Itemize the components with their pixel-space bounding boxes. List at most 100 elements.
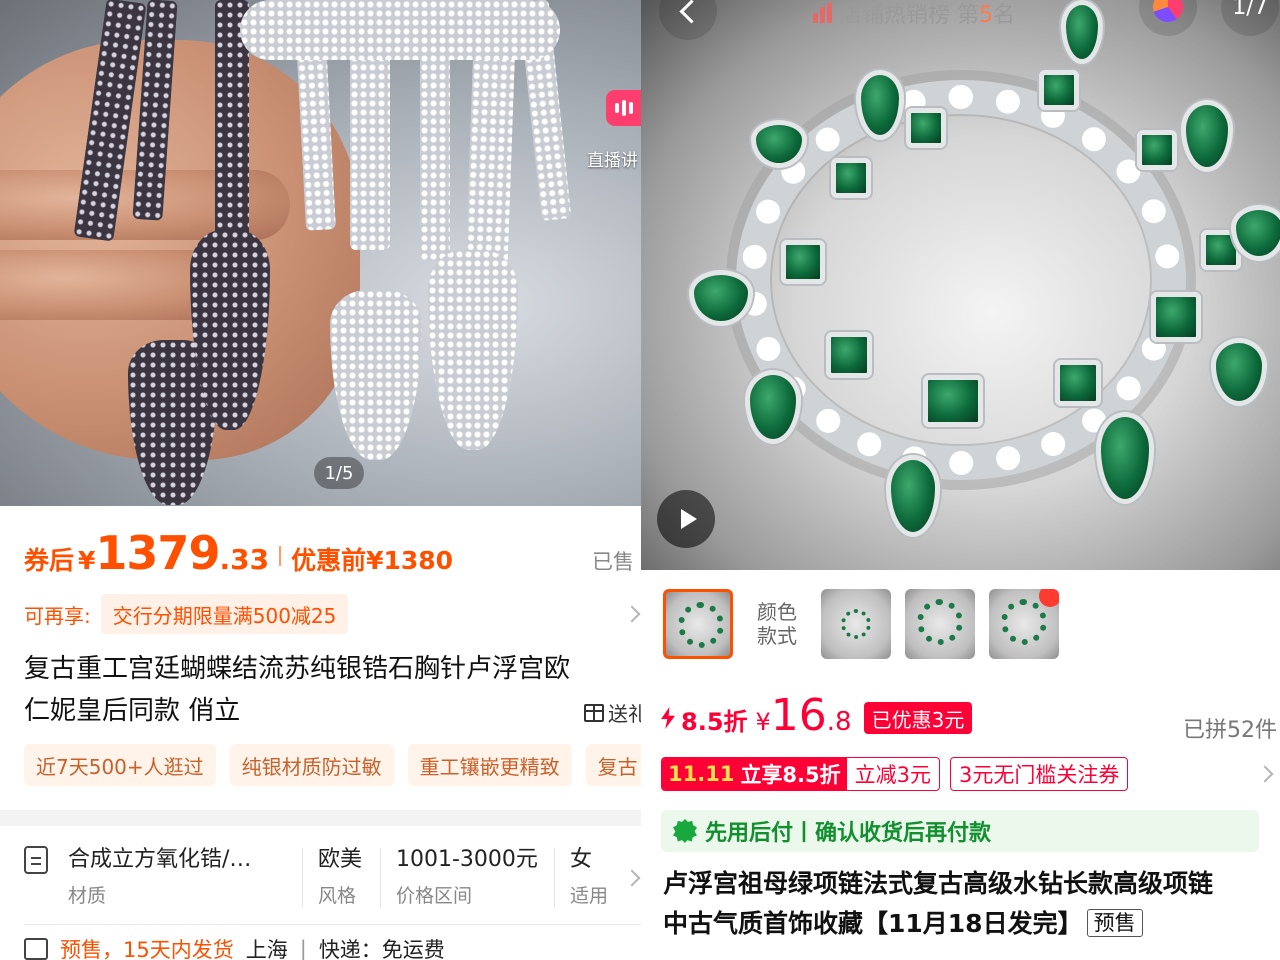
attribute-value: 合成立方氧化锆/… (68, 847, 252, 872)
feature-tag: 重工镶嵌更精致 (407, 744, 572, 786)
emerald-drop (1096, 412, 1154, 504)
image-counter: 1/7 (1221, 0, 1279, 36)
product-title-line2-wrap: 中古气质首饰收藏【11月18日发完】 预售 (663, 904, 1275, 944)
lightning-icon (661, 707, 675, 729)
follow-coupon[interactable]: 3元无门槛关注券 (950, 757, 1129, 791)
double11-promo[interactable]: 11.11 立享8.5折 立减3元 (661, 757, 941, 791)
attribute-value: 欧美 (318, 847, 363, 872)
attribute-price-range: 1001-3000元 价格区间 (396, 842, 538, 914)
promo-row[interactable]: 11.11 立享8.5折 立减3元 3元无门槛关注券 (661, 757, 1129, 791)
emerald-stone (1151, 292, 1201, 342)
express-fee: 快递：免运费 (318, 938, 445, 960)
emerald-stone (826, 332, 872, 378)
original-price: 优惠前¥1380 (291, 546, 454, 575)
emerald-stone (1039, 70, 1079, 110)
gift-button[interactable]: 送礼 (584, 698, 641, 727)
variant-thumbnails: 颜色 款式 (663, 588, 1059, 660)
chevron-right-icon[interactable] (1256, 765, 1274, 783)
attribute-key: 价格区间 (396, 885, 473, 907)
hot-badge-icon (1039, 589, 1059, 607)
section-divider (0, 810, 641, 826)
product-title: 复古重工宫廷蝴蝶结流苏纯银锆石胸针卢浮宫欧 仁妮皇后同款 俏立 (24, 648, 641, 732)
feature-tag: 近7天500+人逛过 (24, 744, 216, 786)
attribute-divider (302, 848, 303, 908)
image-counter: 1/5 (314, 457, 364, 489)
emerald-drop (1181, 100, 1233, 172)
attribute-gender: 女 适用 (570, 842, 608, 914)
badge-icon (673, 819, 697, 843)
group-sold-count: 已拼52件 (1183, 718, 1277, 743)
price-decimal: .8 (826, 707, 852, 737)
saved-badge: 已优惠3元 (863, 702, 973, 734)
emerald-drop (1211, 338, 1267, 406)
attribute-key: 适用 (570, 885, 609, 907)
instant-reduction: 立减3元 (854, 763, 932, 787)
attribute-divider (380, 848, 381, 908)
event-text: 立享8.5折 (740, 763, 841, 787)
promo-row[interactable]: 可再享: 交行分期限量满500减25 (24, 594, 349, 634)
feature-tag: 复古 (585, 744, 641, 786)
variant-thumb[interactable] (905, 589, 975, 659)
product-photo-necklace[interactable]: 店铺热销榜 第5名 1/7 (641, 0, 1280, 570)
brooch-tassel (330, 290, 422, 460)
promo-label: 可再享: (24, 603, 91, 628)
price-divider (279, 546, 282, 566)
variant-thumb[interactable] (989, 589, 1059, 659)
bnpl-text: 先用后付丨确认收货后再付款 (705, 821, 992, 846)
top-bar: 店铺热销榜 第5名 1/7 (641, 0, 1280, 40)
emerald-stone (831, 158, 871, 198)
product-photo-brooch[interactable]: 直播讲 1/5 (0, 0, 641, 506)
product-title-line1: 复古重工宫廷蝴蝶结流苏纯银锆石胸针卢浮宫欧 (24, 654, 571, 684)
variant-label[interactable]: 颜色 款式 (747, 600, 807, 648)
product-title-line2: 仁妮皇后同款 俏立 (24, 696, 241, 726)
event-name: 11.11 (668, 762, 735, 786)
brooch-tassel (428, 250, 518, 450)
price-decimal: .33 (219, 543, 270, 576)
currency-symbol: ¥ (78, 546, 96, 575)
shop-ranking[interactable]: 店铺热销榜 第5名 (813, 0, 1016, 28)
attributes-row[interactable]: 合成立方氧化锆/… 材质 欧美 风格 1001-3000元 价格区间 女 适用 (24, 842, 641, 916)
shop-avatar-icon[interactable] (1139, 0, 1197, 36)
presale-shipping: 预售，15天内发货 (60, 938, 234, 960)
rank-text: 店铺热销榜 第5名 (840, 3, 1016, 28)
variant-thumb[interactable] (821, 589, 891, 659)
truck-icon (24, 938, 48, 960)
divider-line (24, 924, 641, 925)
live-stream-label[interactable]: 直播讲 (587, 146, 638, 171)
shipping-row[interactable]: 预售，15天内发货 上海 | 快递：免运费 (24, 934, 445, 960)
variant-thumb[interactable] (663, 589, 733, 659)
discount-rate: 8.5折 (681, 708, 748, 736)
chart-icon (813, 3, 832, 23)
emerald-drop (745, 370, 801, 444)
gift-icon (584, 703, 604, 722)
installment-promo-tag[interactable]: 交行分期限量满500减25 (100, 594, 349, 634)
price-integer: 16 (770, 690, 827, 741)
ship-location: 上海 (245, 938, 288, 960)
emerald-drop (886, 455, 940, 537)
product-title-line1: 卢浮宫祖母绿项链法式复古高级水钻长款高级项链 (663, 869, 1214, 898)
attribute-divider (554, 848, 555, 908)
right-product-page: 店铺热销榜 第5名 1/7 颜色 款式 8.5折 ¥ 16 .8 已优惠3元 已… (641, 0, 1280, 960)
product-title-line2: 中古气质首饰收藏【11月18日发完】 (663, 909, 1083, 938)
emerald-stone (1137, 130, 1177, 170)
document-icon (24, 846, 48, 874)
attribute-value: 1001-3000元 (396, 847, 538, 872)
currency-symbol: ¥ (755, 708, 771, 736)
emerald-stone (906, 108, 946, 148)
emerald-stone (781, 240, 825, 284)
brooch-bow (240, 0, 560, 60)
attribute-key: 风格 (318, 885, 357, 907)
feature-tags: 近7天500+人逛过 纯银材质防过敏 重工镶嵌更精致 复古 (24, 744, 641, 786)
back-arrow-icon[interactable] (659, 0, 717, 40)
coupon-price-label: 券后 (24, 546, 75, 575)
attribute-key: 材质 (68, 885, 107, 907)
play-video-icon[interactable] (657, 490, 715, 548)
feature-tag: 纯银材质防过敏 (229, 744, 394, 786)
attribute-value: 女 (570, 847, 593, 872)
sold-count: 已售 (592, 550, 634, 574)
product-title: 卢浮宫祖母绿项链法式复古高级水钻长款高级项链 中古气质首饰收藏【11月18日发完… (663, 864, 1275, 944)
emerald-stone (1055, 360, 1101, 406)
buy-now-pay-later-banner[interactable]: 先用后付丨确认收货后再付款 (661, 810, 1259, 852)
chevron-right-icon[interactable] (623, 605, 641, 623)
live-stream-icon[interactable] (606, 90, 641, 126)
